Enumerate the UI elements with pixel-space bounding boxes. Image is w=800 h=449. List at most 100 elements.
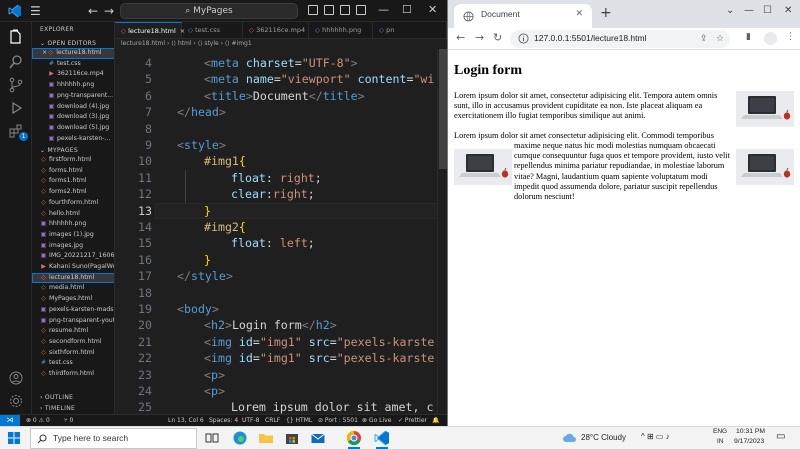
microsoft-store-icon[interactable]: [284, 430, 300, 446]
file-item[interactable]: ▶ 362116ce.mp4: [32, 69, 114, 80]
profile-avatar-icon[interactable]: [764, 32, 777, 45]
file-item[interactable]: # test.css: [32, 59, 114, 70]
file-item[interactable]: ◇ MyPages.html: [32, 294, 114, 305]
search-icon[interactable]: [8, 54, 24, 70]
system-tray-icons[interactable]: ^ ⊞ ▭ ♪: [641, 432, 670, 441]
new-tab-button[interactable]: +: [600, 6, 612, 20]
forward-button[interactable]: →: [475, 31, 484, 45]
account-icon[interactable]: [8, 370, 24, 386]
editor-scrollbar-thumb[interactable]: [439, 49, 447, 169]
code-editor[interactable]: 4 <meta charset="UTF-8"> 5 <meta name="view…: [115, 49, 447, 414]
problems-indicator[interactable]: ⊗ 0 ⚠ 0: [26, 415, 50, 426]
notifications-icon[interactable]: ▭: [776, 431, 785, 442]
file-item[interactable]: ◇ forms2.html: [32, 187, 114, 198]
editor-scrollbar[interactable]: [437, 49, 447, 414]
editor-tab[interactable]: ◇ hhhhhh.png: [309, 22, 373, 38]
windows-start-icon[interactable]: [8, 432, 20, 444]
file-item[interactable]: ▶ Kahani Suno(PagalWo...: [32, 262, 114, 273]
side-panel-icon[interactable]: ▮: [746, 32, 751, 42]
weather-text[interactable]: 28°C Cloudy: [581, 433, 626, 442]
file-item[interactable]: ◇ firstform.html: [32, 155, 114, 166]
file-item[interactable]: ×◇ lecture18.html: [32, 48, 114, 59]
source-control-icon[interactable]: [8, 77, 24, 93]
outline-header[interactable]: › OUTLINE: [40, 394, 73, 401]
line-endings[interactable]: CRLF: [265, 415, 280, 426]
back-arrow-icon[interactable]: ←: [88, 3, 98, 19]
file-item[interactable]: ▣ pexels-karsten-...: [32, 134, 114, 145]
file-item[interactable]: ▣ hhhhhh.png: [32, 219, 114, 230]
maximize-icon[interactable]: ☐: [402, 2, 412, 18]
file-item[interactable]: ◇ hello.html: [32, 209, 114, 220]
file-item[interactable]: ▣ download (3).jpg: [32, 112, 114, 123]
mail-icon[interactable]: [310, 430, 326, 446]
file-item[interactable]: ◇ forms1.html: [32, 176, 114, 187]
file-item[interactable]: ▣ png-transparent...: [32, 91, 114, 102]
file-explorer-icon[interactable]: [258, 430, 274, 446]
vscode-taskbar-icon[interactable]: [374, 430, 390, 446]
file-item[interactable]: ▣ pexels-karsten-mads...: [32, 305, 114, 316]
edge-browser-icon[interactable]: [232, 430, 248, 446]
address-bar[interactable]: 127.0.0.1:5501/lecture18.html ⇪ ☆: [510, 30, 730, 48]
bookmark-star-icon[interactable]: ☆: [716, 34, 724, 44]
file-item[interactable]: ◇ sixthform.html: [32, 348, 114, 359]
chrome-menu-icon[interactable]: ⋮: [786, 32, 795, 42]
clock-time[interactable]: 10:31 PM: [736, 428, 765, 435]
clock-date[interactable]: 9/17/2023: [734, 438, 764, 445]
file-item[interactable]: ▣ hhhhhh.png: [32, 80, 114, 91]
file-item[interactable]: ◇ lecture18.html: [32, 272, 114, 284]
timeline-header[interactable]: › TIMELINE: [40, 405, 75, 412]
open-editors-header[interactable]: ⌄ OPEN EDITORS: [40, 40, 96, 47]
toggle-secondary-sidebar-icon[interactable]: [340, 5, 350, 15]
site-info-icon[interactable]: [518, 33, 529, 44]
remote-indicator-icon[interactable]: ⋊: [0, 415, 20, 426]
toggle-panel-icon[interactable]: [324, 5, 334, 15]
tab-close-icon[interactable]: ✕: [575, 9, 583, 19]
chrome-tab-document[interactable]: Document ✕: [454, 4, 592, 28]
live-server-port[interactable]: ⊘ Port : 5501: [318, 415, 358, 426]
mypages-folder-header[interactable]: ⌄ MYPAGES: [40, 147, 78, 154]
command-center-search[interactable]: ⌕ MyPages: [120, 3, 298, 19]
file-item[interactable]: ▣ download (5).jpg: [32, 123, 114, 134]
file-item[interactable]: ▣ download (4).jpg: [32, 102, 114, 113]
file-encoding[interactable]: UTF-8: [242, 415, 260, 426]
maximize-icon[interactable]: ☐: [763, 5, 772, 16]
language-top[interactable]: ENG: [713, 428, 727, 435]
editor-tab[interactable]: ◇ pn: [373, 22, 447, 38]
reload-button[interactable]: ↻: [493, 31, 502, 45]
file-item[interactable]: ▣ png-transparent-yout...: [32, 316, 114, 327]
file-item[interactable]: ◇ fourthform.html: [32, 198, 114, 209]
notifications-bell-icon[interactable]: 🔔: [432, 415, 439, 426]
minimize-icon[interactable]: —: [744, 5, 754, 16]
file-item[interactable]: ▣ IMG_20221217_1606...: [32, 251, 114, 262]
file-item[interactable]: ▣ images.jpg: [32, 241, 114, 252]
customize-layout-icon[interactable]: [356, 5, 366, 15]
minimize-icon[interactable]: —: [378, 2, 389, 18]
close-icon[interactable]: ✕: [784, 5, 792, 16]
go-live-button[interactable]: ⊗ Go Live: [362, 415, 391, 426]
prettier-status[interactable]: ✓ Prettier: [398, 415, 427, 426]
file-item[interactable]: ◇ media.html: [32, 283, 114, 294]
chevron-down-icon[interactable]: ⌄: [726, 5, 734, 16]
run-debug-icon[interactable]: [8, 100, 24, 116]
language-mode[interactable]: {} HTML: [286, 415, 312, 426]
task-view-icon[interactable]: [204, 430, 220, 446]
language-bottom[interactable]: IN: [717, 438, 724, 445]
back-button[interactable]: ←: [456, 31, 465, 45]
toggle-sidebar-icon[interactable]: [308, 5, 318, 15]
file-item[interactable]: # test.css: [32, 358, 114, 369]
taskbar-search-box[interactable]: Type here to search: [30, 428, 197, 449]
editor-tab[interactable]: ◇ test.css: [182, 22, 243, 38]
forward-arrow-icon[interactable]: →: [104, 3, 114, 19]
ports-indicator[interactable]: ⑂ 0: [64, 415, 73, 426]
chrome-icon[interactable]: [346, 430, 362, 446]
breadcrumb[interactable]: lecture18.html › ⟨⟩ html › ⟨⟩ style › ⟨⟩…: [115, 39, 447, 49]
editor-tab[interactable]: ◇ lecture18.html ×: [115, 22, 185, 38]
share-icon[interactable]: ⇪: [700, 34, 708, 44]
file-item[interactable]: ◇ resume.html: [32, 326, 114, 337]
file-item[interactable]: ▣ images (1).jpg: [32, 230, 114, 241]
file-item[interactable]: ◇ thirdform.html: [32, 369, 114, 380]
hamburger-menu-icon[interactable]: ☰: [30, 3, 41, 19]
indent-spaces[interactable]: Spaces: 4: [209, 415, 238, 426]
settings-gear-icon[interactable]: [8, 393, 24, 409]
file-item[interactable]: ◇ secondform.html: [32, 337, 114, 348]
